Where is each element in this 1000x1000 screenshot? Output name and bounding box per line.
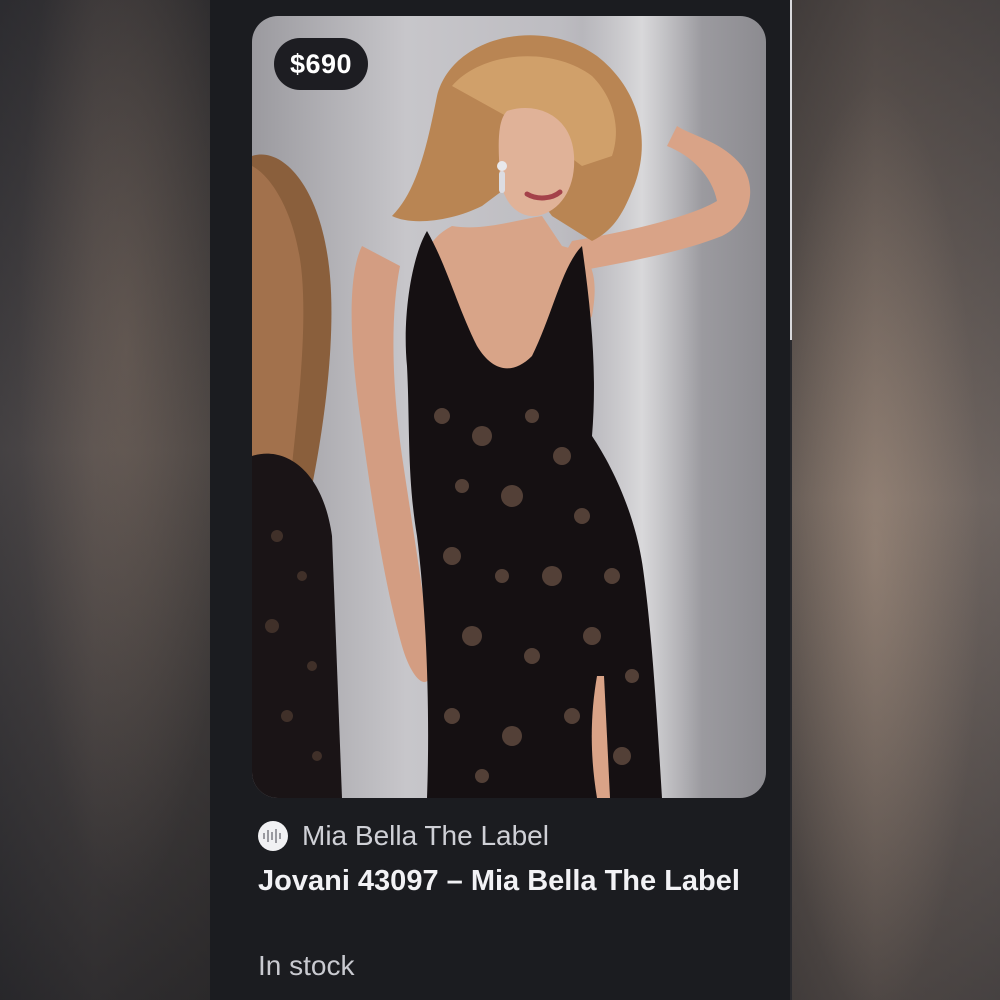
blurred-background-right [792,0,1000,1000]
store-logo-icon [258,821,288,851]
model-photo-illustration [252,35,751,798]
product-card[interactable]: $690 Mia Bella The Label Jovani 43097 – … [210,0,790,1000]
store-row[interactable]: Mia Bella The Label [258,816,549,856]
stock-status: In stock [258,950,355,981]
price-badge: $690 [274,38,369,90]
store-name[interactable]: Mia Bella The Label [302,820,549,852]
blurred-background-left [0,0,210,1000]
product-title[interactable]: Jovani 43097 – Mia Bella The Label [258,860,758,902]
product-image[interactable]: $690 [252,16,766,798]
